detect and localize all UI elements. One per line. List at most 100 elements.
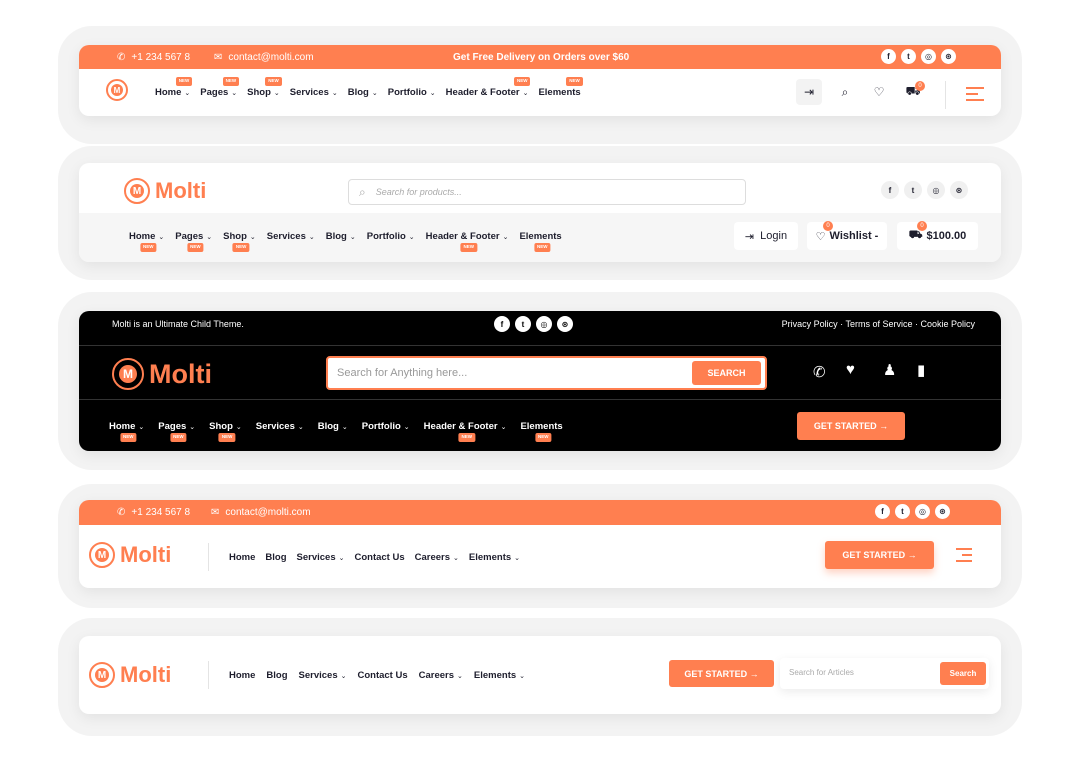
search-input[interactable]: Search for products... [376,187,462,197]
nav-item-home[interactable]: Home ⌄ NEW [155,77,193,98]
nav-item-elements[interactable]: Elements ⌄ [469,552,520,563]
chevron-down-icon: ⌄ [514,555,521,562]
divider [79,399,1001,400]
email-link[interactable]: contact@molti.com [225,507,310,518]
nav-item-blog[interactable]: Blog [266,670,287,681]
phone-number[interactable]: +1 234 567 8 [131,507,190,518]
nav-item-header-footer[interactable]: Header & Footer ⌄ NEW [424,421,506,442]
nav-item-header-footer[interactable]: Header & Footer ⌄ NEW [426,231,508,252]
logo-mark[interactable]: M [106,79,128,101]
nav-item-shop[interactable]: Shop ⌄ NEW [247,77,282,98]
get-started-button[interactable]: GET STARTED → [797,412,905,440]
search-input[interactable]: Search for Anything here... [337,367,467,379]
twitter-icon[interactable]: t [901,49,916,64]
search-button[interactable]: SEARCH [692,361,761,385]
nav-item-careers[interactable]: Careers ⌄ [419,670,463,681]
search-icon: ⌕ [359,184,366,199]
nav-item-contact-us[interactable]: Contact Us [354,552,404,563]
search-box[interactable]: Search for Anything here... SEARCH [326,356,767,390]
chevron-down-icon: ⌄ [158,234,165,241]
phone-number[interactable]: +1 234 567 8 [131,52,190,63]
email-link[interactable]: contact@molti.com [228,52,313,63]
nav-item-header-footer[interactable]: Header & Footer ⌄ NEW [446,77,531,98]
login-button[interactable]: ⇥ Login [734,222,798,250]
nav-item-services[interactable]: Services ⌄ [267,231,315,242]
dribbble-icon[interactable]: ⊛ [950,181,968,199]
dribbble-icon[interactable]: ⊛ [935,504,950,519]
twitter-icon[interactable]: t [515,316,531,332]
user-icon[interactable]: ♟ [883,361,896,379]
nav-item-services[interactable]: Services ⌄ [290,87,338,98]
nav-item-contact-us[interactable]: Contact Us [357,670,407,681]
search-button[interactable]: Search [940,662,986,685]
twitter-icon[interactable]: t [904,181,922,199]
policy-links[interactable]: Privacy Policy · Terms of Service · Cook… [782,319,975,329]
chevron-down-icon: ⌄ [349,234,356,241]
phone-icon[interactable]: ✆ [813,363,826,381]
nav-item-blog[interactable]: Blog [265,552,286,563]
new-badge: NEW [175,77,193,86]
nav-item-services[interactable]: Services ⌄ [256,421,304,432]
menu-icon[interactable] [956,548,972,562]
facebook-icon[interactable]: f [881,49,896,64]
get-started-button[interactable]: GET STARTED → [669,660,774,687]
instagram-icon[interactable]: ◎ [921,49,936,64]
nav-item-pages[interactable]: Pages ⌄ NEW [175,231,212,252]
main-nav: Home Blog Services ⌄ Contact Us Careers ⌄ Eleme… [229,670,525,681]
instagram-icon[interactable]: ◎ [927,181,945,199]
search-icon[interactable]: ⌕ [832,79,858,105]
nav-item-home[interactable]: Home ⌄ NEW [109,421,144,442]
facebook-icon[interactable]: f [494,316,510,332]
nav-label: Elements [538,87,581,98]
nav-item-services[interactable]: Services ⌄ [297,552,345,563]
nav-item-careers[interactable]: Careers ⌄ [415,552,459,563]
nav-item-shop[interactable]: Shop ⌄ NEW [209,421,242,442]
nav-item-pages[interactable]: Pages ⌄ NEW [200,77,240,98]
logo[interactable]: M Molti [89,662,171,688]
bag-icon[interactable]: ▮ [917,361,925,379]
nav-item-home[interactable]: Home ⌄ NEW [129,231,165,252]
nav-item-elements[interactable]: Elements NEW [519,231,562,252]
nav-item-elements[interactable]: Elements NEW [520,421,563,442]
heart-icon[interactable]: ♡ [866,79,892,105]
nav-item-portfolio[interactable]: Portfolio ⌄ [367,231,415,242]
nav-item-home[interactable]: Home [229,670,255,681]
nav-item-blog[interactable]: Blog ⌄ [348,87,378,98]
dribbble-icon[interactable]: ⊛ [941,49,956,64]
nav-item-elements[interactable]: Elements NEW [538,77,583,98]
nav-item-elements[interactable]: Elements ⌄ [474,670,525,681]
logo[interactable]: M Molti [112,358,212,390]
nav-label: Home [155,87,182,98]
nav-item-portfolio[interactable]: Portfolio ⌄ [362,421,410,432]
instagram-icon[interactable]: ◎ [536,316,552,332]
instagram-icon[interactable]: ◎ [915,504,930,519]
nav-item-services[interactable]: Services ⌄ [299,670,347,681]
nav-label: Careers [418,670,455,681]
nav-item-shop[interactable]: Shop ⌄ NEW [223,231,256,252]
facebook-icon[interactable]: f [875,504,890,519]
nav-item-blog[interactable]: Blog ⌄ [318,421,348,432]
nav-item-portfolio[interactable]: Portfolio ⌄ [388,87,436,98]
nav-label: Portfolio [361,421,401,432]
get-started-button[interactable]: GET STARTED → [825,541,934,569]
nav-item-pages[interactable]: Pages ⌄ NEW [158,421,195,442]
nav-item-blog[interactable]: Blog ⌄ [326,231,356,242]
logo[interactable]: M Molti [89,542,171,568]
menu-icon[interactable] [966,87,984,101]
nav-label: Services [255,421,295,432]
facebook-icon[interactable]: f [881,181,899,199]
logo[interactable]: M Molti [124,178,206,204]
wishlist-button[interactable]: ♡ Wishlist - [807,222,887,250]
search-input[interactable]: Search for Articles [789,668,854,677]
nav-item-home[interactable]: Home [229,552,255,563]
cart-button[interactable]: ⛟ $100.00 [897,222,978,250]
nav-label: Services [298,670,338,681]
login-icon[interactable]: ⇥ [796,79,822,105]
search-box[interactable]: Search for Articles Search [780,658,989,689]
chevron-down-icon: ⌄ [249,234,256,241]
heart-icon[interactable]: ♥ [846,361,855,378]
search-box[interactable]: ⌕ Search for products... [348,179,746,205]
twitter-icon[interactable]: t [895,504,910,519]
dribbble-icon[interactable]: ⊛ [557,316,573,332]
main-nav: Home ⌄ NEW Pages ⌄ NEW Shop ⌄ NEW Services ⌄ Blog ⌄ P… [109,421,563,442]
